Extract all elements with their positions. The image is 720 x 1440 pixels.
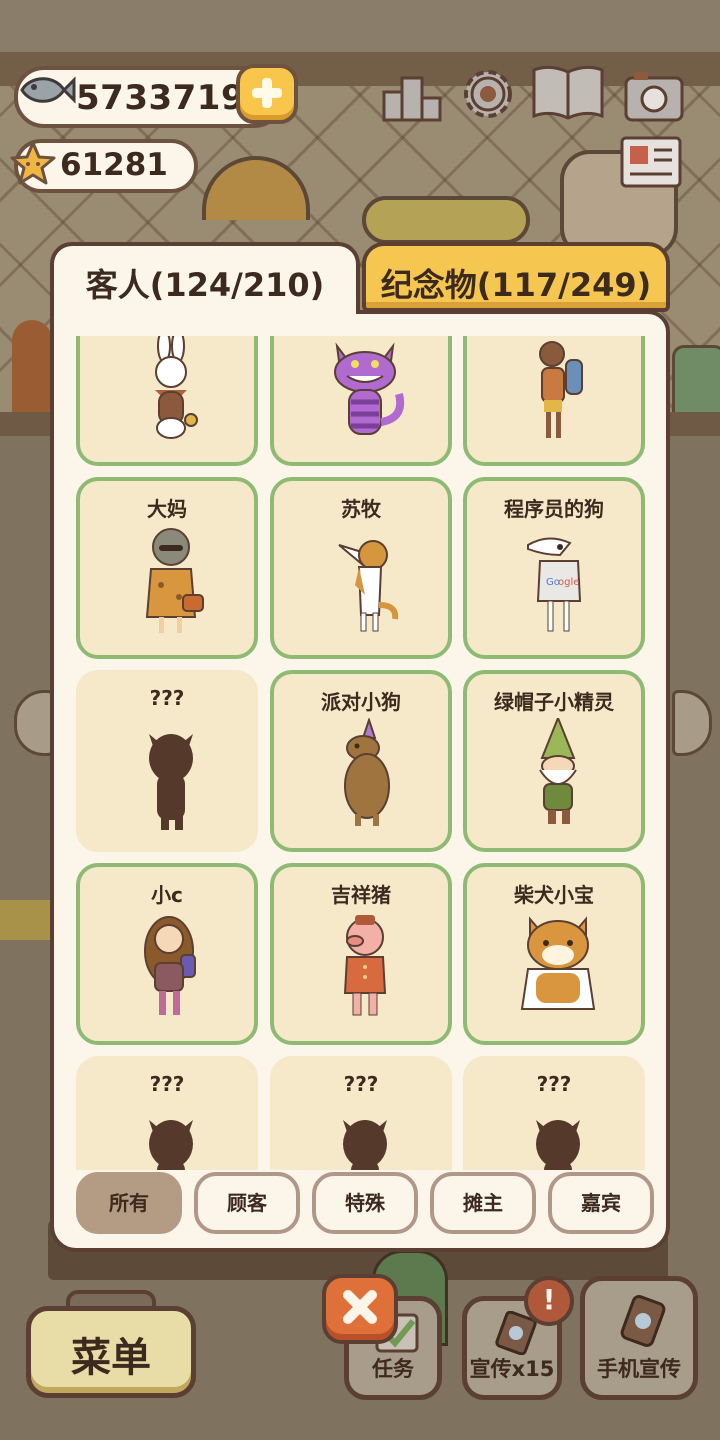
close-button[interactable] [322,1274,398,1344]
phone-promo-button[interactable]: 手机宣传 [580,1276,698,1400]
menu-label: 菜单 [71,1335,151,1381]
filter-vendors-button[interactable]: 摊主 [430,1172,536,1234]
promo-alert-badge: ! [524,1276,574,1326]
guest-card[interactable]: 吉祥猪 [270,863,452,1045]
filter-all-button[interactable]: 所有 [76,1172,182,1234]
guest-name: 苏牧 [341,497,381,521]
guest-figure-party-dog [344,718,390,826]
guest-figure-silhouette [149,1120,193,1170]
guest-figure-silhouette [149,734,193,830]
menu-button[interactable]: 菜单 [26,1306,196,1398]
guest-figure-rabbit [155,336,198,439]
guest-card[interactable]: ??? [76,1056,258,1170]
star-count: 61281 [60,147,168,183]
filter-special-button[interactable]: 特殊 [312,1172,418,1234]
guest-card[interactable]: 大妈 [76,477,258,659]
add-fish-button[interactable] [236,64,298,124]
ranking-podium-icon[interactable] [380,64,444,128]
guest-card[interactable]: ??? [270,1056,452,1170]
guest-name: ??? [343,1072,379,1096]
guest-figure-shiba [520,916,596,1010]
guest-grid-viewport[interactable]: 大妈 苏牧 程序员的狗 Go ogle??? 派对小狗 绿帽子小精灵小c 吉祥猪 柴犬小宝???… [76,336,648,1170]
table-decor [0,900,50,940]
settings-gear-icon[interactable] [456,62,520,126]
plus-icon [252,78,282,108]
guest-card[interactable]: ??? [76,670,258,852]
star-icon [10,141,56,185]
tab-souvenirs-label: 纪念物(117/249) [380,266,652,304]
guest-figure-traveler [539,341,583,438]
guest-name: 派对小狗 [321,690,401,714]
camera-icon[interactable] [622,64,686,128]
tasks-label: 任务 [372,1357,414,1381]
fish-icon [20,76,76,104]
guest-card[interactable]: ??? [463,1056,645,1170]
filter-bar: 所有 顾客 特殊 摊主 嘉宾 [76,1172,656,1234]
guest-card[interactable]: 程序员的狗 Go ogle [463,477,645,659]
guest-card[interactable]: 小c [76,863,258,1045]
guest-name: 吉祥猪 [331,883,391,907]
guest-name: 大妈 [147,497,187,521]
promo-label: 宣传x15 [469,1357,555,1381]
phone-icon [620,1295,666,1347]
guest-card[interactable]: 派对小狗 [270,670,452,852]
guest-figure-girl [144,916,196,1015]
guest-figure-gnome [539,718,577,824]
collection-panel: 大妈 苏牧 程序员的狗 Go ogle??? 派对小狗 绿帽子小精灵小c 吉祥猪 柴犬小宝???… [50,310,670,1252]
guest-name: ??? [536,1072,572,1096]
phone-promo-label: 手机宣传 [597,1357,681,1381]
guest-name: 绿帽子小精灵 [494,690,614,714]
guest-card[interactable]: 绿帽子小精灵 [463,670,645,852]
guest-figure-silhouette [343,1120,387,1170]
guest-figure-collie [338,540,399,632]
newspaper-icon[interactable] [618,134,684,192]
guest-figure-lucky-pig [343,915,387,1016]
tab-guests-label: 客人(124/210) [85,266,325,304]
filter-guests-button[interactable]: 嘉宾 [548,1172,654,1234]
banana-decor [362,196,530,244]
guest-name: 柴犬小宝 [514,883,594,907]
tab-souvenirs[interactable]: 纪念物(117/249) [362,242,670,312]
guest-name: 程序员的狗 [504,497,604,521]
fish-count: 5733719 [76,78,246,118]
guest-card[interactable] [463,336,645,466]
guest-collection-dialog: 客人(124/210) 纪念物(117/249) 大妈 苏牧 程序员的狗 Go ogle… [50,242,670,1252]
guest-figure-silhouette [536,1120,580,1170]
svg-text:ogle: ogle [558,577,579,588]
guest-card[interactable] [76,336,258,466]
guest-card[interactable] [270,336,452,466]
guest-figure-auntie [145,528,204,633]
guest-card[interactable]: 柴犬小宝 [463,863,645,1045]
guest-card[interactable]: 苏牧 [270,477,452,659]
guest-figure-programmer-dog: Google [527,537,582,632]
guest-name: 小c [151,883,183,907]
guestbook-icon[interactable] [530,60,606,124]
close-icon [343,1290,377,1324]
tab-guests[interactable]: 客人(124/210) [50,242,360,314]
guest-name: ??? [149,1072,185,1096]
guest-figure-cheshire-cat [334,342,405,435]
filter-customers-button[interactable]: 顾客 [194,1172,300,1234]
guest-name: ??? [149,686,185,710]
